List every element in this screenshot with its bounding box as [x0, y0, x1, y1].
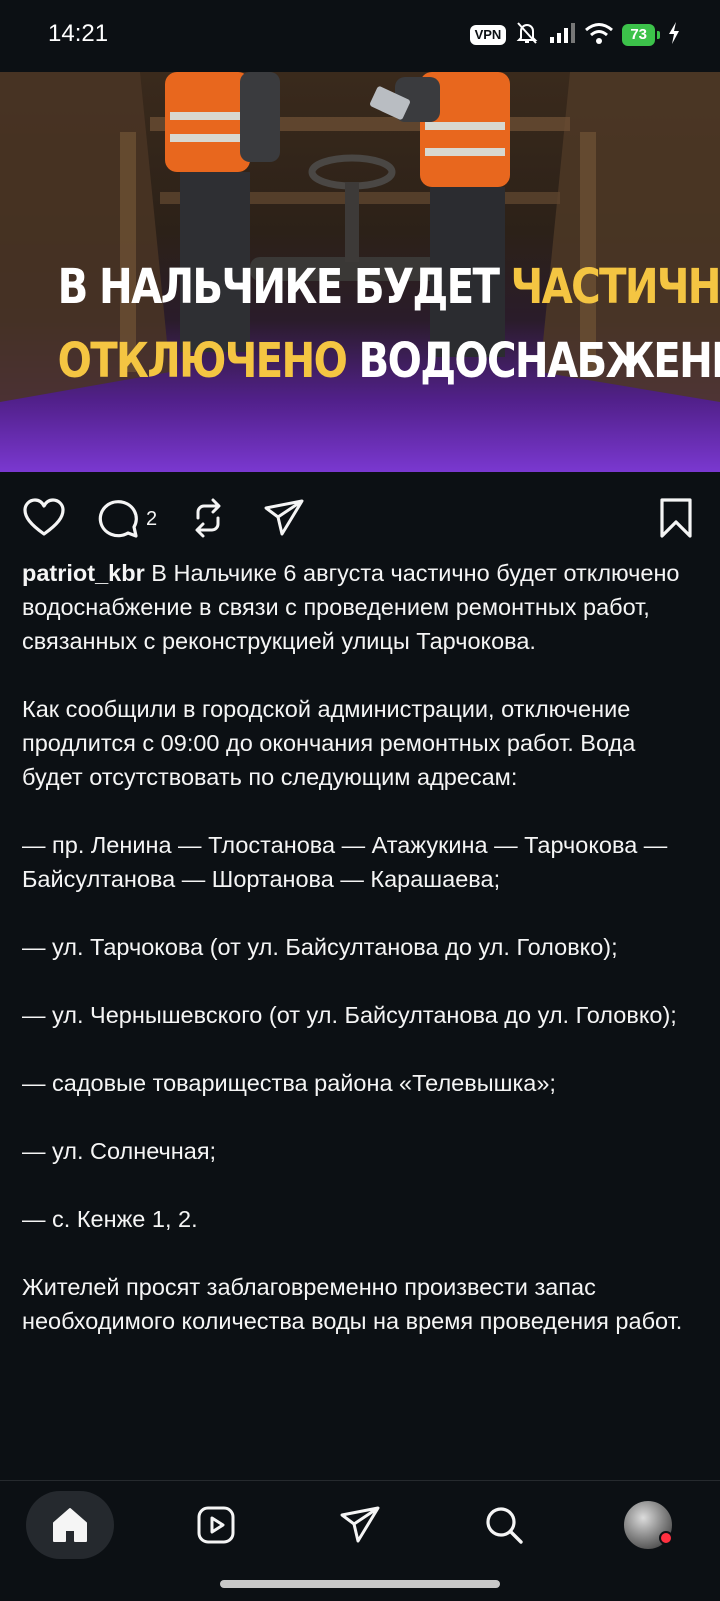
comment-count: 2	[146, 508, 158, 530]
post-caption: patriot_kbr В Нальчике 6 августа частичн…	[22, 556, 702, 1338]
wifi-icon	[584, 21, 614, 50]
battery-icon: 73	[622, 24, 660, 46]
status-time: 14:21	[48, 20, 109, 47]
headline-line-1: В Нальчике будет частично	[57, 250, 720, 324]
home-indicator[interactable]	[220, 1580, 500, 1588]
share-icon[interactable]	[262, 496, 306, 540]
nav-reels[interactable]	[172, 1491, 260, 1559]
notification-dot	[659, 1531, 673, 1545]
heart-icon[interactable]	[22, 496, 66, 540]
caption-username[interactable]: patriot_kbr	[22, 560, 145, 586]
nav-direct[interactable]	[316, 1491, 404, 1559]
battery-level: 73	[622, 24, 655, 46]
repost-icon[interactable]	[186, 496, 230, 540]
nav-profile[interactable]	[604, 1491, 692, 1559]
headline-white-2: водоснабжение	[358, 333, 720, 389]
headline-line-2: отключено водоснабжение	[57, 324, 720, 398]
headline-yellow-1: частично	[510, 259, 720, 315]
caption-text: В Нальчике 6 августа частично будет откл…	[22, 560, 683, 1334]
headline-yellow-2: отключено	[57, 333, 348, 389]
nav-search[interactable]	[460, 1491, 548, 1559]
signal-icon	[548, 21, 576, 50]
charging-icon	[668, 21, 680, 49]
mute-bell-icon	[514, 20, 540, 51]
bookmark-icon[interactable]	[654, 496, 698, 540]
reels-icon	[197, 1506, 235, 1544]
post-action-bar: 2	[0, 486, 720, 546]
profile-avatar	[622, 1499, 674, 1551]
headline: В Нальчике будет частично отключено водо…	[57, 250, 720, 398]
status-bar: 14:21 VPN 73	[0, 0, 720, 72]
comment-icon[interactable]	[96, 496, 140, 540]
post-image[interactable]: В Нальчике будет частично отключено водо…	[0, 72, 720, 472]
status-icons: VPN 73	[469, 20, 680, 51]
direct-icon	[340, 1506, 380, 1543]
home-icon	[53, 1508, 87, 1542]
search-icon	[486, 1507, 523, 1544]
vpn-icon: VPN	[469, 25, 507, 45]
headline-white-1: В Нальчике будет	[57, 259, 500, 315]
nav-home[interactable]	[26, 1491, 114, 1559]
